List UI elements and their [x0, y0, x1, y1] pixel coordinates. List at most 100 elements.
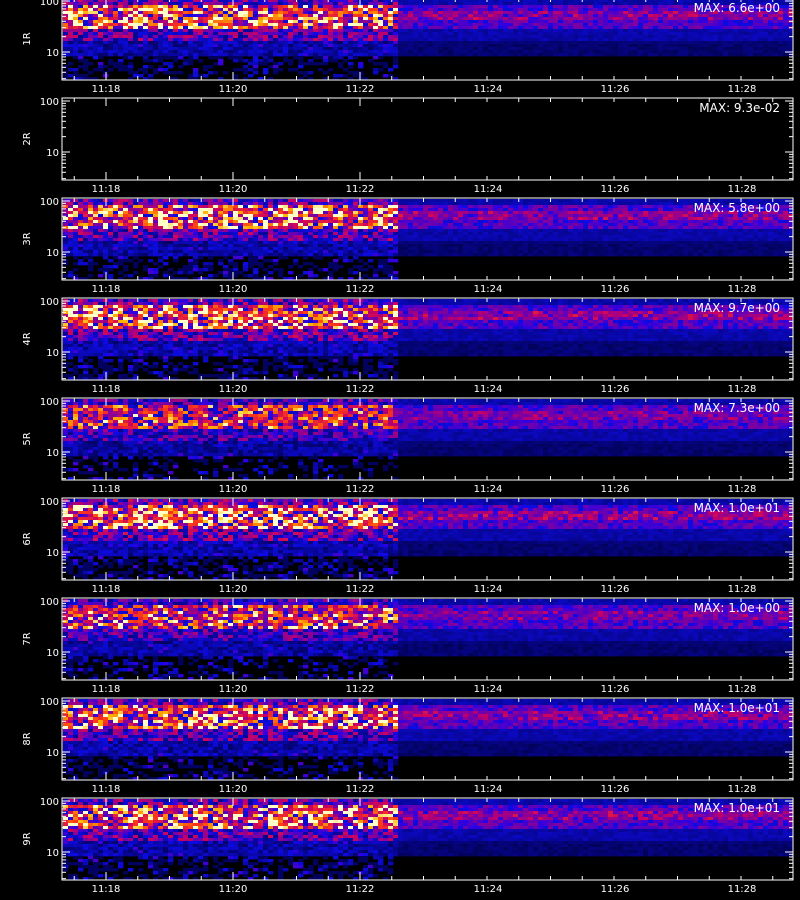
- heat-cell: [658, 8, 664, 12]
- heat-cell: [113, 47, 119, 51]
- heat-cell: [178, 47, 184, 51]
- heat-cell: [498, 53, 504, 57]
- heat-cell: [383, 202, 389, 206]
- heat-cell: [203, 214, 209, 218]
- heat-cell: [153, 235, 159, 239]
- heat-cell: [553, 29, 559, 33]
- heat-cell: [188, 217, 194, 221]
- heat-cell: [368, 214, 374, 218]
- heat-cell: [263, 38, 269, 42]
- heat-cell: [68, 229, 74, 233]
- heat-cell: [533, 41, 539, 45]
- heat-cell: [583, 26, 589, 30]
- heat-cell: [353, 220, 359, 224]
- heat-cell: [178, 71, 184, 75]
- heat-cell: [658, 226, 664, 230]
- heat-cell: [373, 32, 379, 36]
- heat-cell: [568, 50, 574, 54]
- heat-cell: [748, 29, 754, 33]
- heat-cell: [493, 211, 499, 215]
- heat-cell: [608, 38, 614, 42]
- heat-cell: [303, 26, 309, 30]
- heat-cell: [608, 8, 614, 12]
- heat-cell: [443, 202, 449, 206]
- heat-cell: [583, 50, 589, 54]
- heat-cell: [253, 202, 259, 206]
- heat-cell: [453, 214, 459, 218]
- heat-cell: [388, 68, 394, 72]
- heat-cell: [103, 11, 109, 15]
- heat-cell: [528, 217, 534, 221]
- heat-cell: [373, 208, 379, 212]
- heat-cell: [188, 211, 194, 215]
- heat-cell: [563, 8, 569, 12]
- heat-cell: [528, 223, 534, 227]
- heat-cell: [148, 23, 154, 27]
- heat-cell: [138, 217, 144, 221]
- heat-cell: [163, 208, 169, 212]
- heat-cell: [93, 229, 99, 233]
- heat-cell: [648, 232, 654, 236]
- heat-cell: [683, 229, 689, 233]
- heat-cell: [298, 47, 304, 51]
- heat-cell: [253, 11, 259, 15]
- heat-cell: [233, 205, 239, 209]
- heat-cell: [458, 202, 464, 206]
- heat-cell: [648, 217, 654, 221]
- heat-cell: [298, 50, 304, 54]
- heat-cell: [303, 217, 309, 221]
- heat-cell: [133, 208, 139, 212]
- heat-cell: [743, 47, 749, 51]
- heat-cell: [493, 202, 499, 206]
- heat-cell: [318, 211, 324, 215]
- heat-cell: [588, 35, 594, 39]
- heat-cell: [508, 211, 514, 215]
- heat-cell: [438, 229, 444, 233]
- heat-cell: [578, 23, 584, 27]
- heat-cell: [153, 29, 159, 33]
- heat-cell: [368, 220, 374, 224]
- heat-cell: [488, 226, 494, 230]
- heat-cell: [138, 26, 144, 30]
- heat-cell: [273, 35, 279, 39]
- heat-cell: [423, 217, 429, 221]
- heat-cell: [668, 41, 674, 45]
- heat-cell: [228, 229, 234, 233]
- heat-cell: [208, 214, 214, 218]
- heat-cell: [548, 11, 554, 15]
- heat-cell: [308, 8, 314, 12]
- heat-cell: [173, 202, 179, 206]
- heat-cell: [358, 23, 364, 27]
- heat-cell: [783, 14, 789, 18]
- heat-cell: [643, 217, 649, 221]
- heat-cell: [78, 232, 84, 236]
- heat-cell: [388, 11, 394, 15]
- heat-cell: [748, 20, 754, 24]
- heat-cell: [98, 68, 104, 72]
- heat-cell: [363, 5, 369, 9]
- heat-cell: [608, 44, 614, 48]
- heat-cell: [298, 214, 304, 218]
- heat-cell: [508, 41, 514, 45]
- heat-cell: [598, 223, 604, 227]
- heat-cell: [368, 53, 374, 57]
- heat-cell: [418, 211, 424, 215]
- heat-cell: [633, 211, 639, 215]
- heat-cell: [338, 211, 344, 215]
- heat-cell: [583, 214, 589, 218]
- heat-cell: [343, 50, 349, 54]
- heat-cell: [653, 23, 659, 27]
- heat-cell: [703, 217, 709, 221]
- heat-cell: [443, 199, 449, 203]
- heat-cell: [583, 232, 589, 236]
- heat-cell: [388, 41, 394, 45]
- heat-cell: [303, 17, 309, 21]
- heat-cell: [123, 229, 129, 233]
- heat-cell: [543, 5, 549, 9]
- heat-cell: [173, 35, 179, 39]
- heat-cell: [358, 65, 364, 69]
- heat-cell: [73, 56, 79, 60]
- heat-cell: [183, 29, 189, 33]
- heat-cell: [198, 5, 204, 9]
- heat-cell: [303, 8, 309, 12]
